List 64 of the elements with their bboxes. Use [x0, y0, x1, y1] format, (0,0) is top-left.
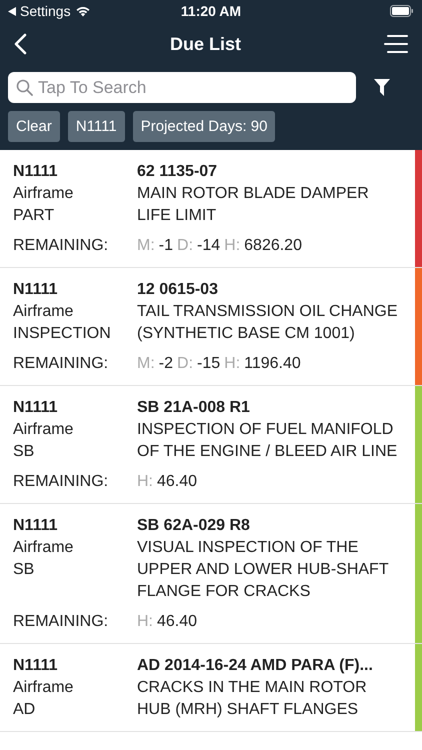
- item-code: 62 1135-07: [137, 162, 218, 182]
- tail-number: N1111: [13, 656, 58, 676]
- filter-chip[interactable]: N1111: [68, 111, 125, 142]
- item-code: SB 21A-008 R1: [137, 398, 251, 418]
- remaining-value: 46.40: [157, 472, 198, 492]
- wifi-icon: [74, 5, 91, 17]
- item-description: CRACKS IN THE MAIN ROTOR HUB (MRH) SHAFT FLANGES: [137, 678, 368, 720]
- remaining-value: -14: [197, 236, 220, 256]
- due-item-row[interactable]: N1111 Airframe INSPECTION 12 0615-03 TAIL TRANSMISSION OIL CHANGE (SYNTHETIC BASE CM 1001) REMAINING: M: -2 D: -15 H: 1196.40: [0, 268, 422, 386]
- item-group: Airframe: [13, 301, 137, 323]
- remaining-unit: D:: [177, 236, 194, 256]
- item-type: PART: [13, 206, 56, 226]
- due-item-row[interactable]: N1111 Airframe PART 62 1135-07 MAIN ROTOR BLADE DAMPER LIFE LIMIT REMAINING: M: -1 D: -14 H: 6826.20: [0, 150, 422, 268]
- remaining-value: -15: [197, 354, 220, 374]
- item-description: VISUAL INSPECTION OF THE UPPER AND LOWER HUB-SHAFT FLANGE FOR CRACKS: [137, 538, 390, 602]
- remaining-unit: H:: [224, 354, 240, 374]
- remaining-unit: M:: [137, 236, 155, 256]
- remaining-unit: M:: [137, 354, 155, 374]
- item-group: Airframe: [13, 419, 137, 441]
- tail-number: N1111: [13, 398, 58, 418]
- item-code: AD 2014-16-24 AMD PARA (F)...: [137, 656, 374, 676]
- item-type: AD: [13, 700, 36, 720]
- battery-icon: [390, 5, 414, 17]
- remaining-value: 1196.40: [244, 354, 301, 374]
- remaining-label: REMAINING:: [13, 472, 110, 492]
- due-item-row[interactable]: N1111 Airframe AD AD 2014-16-24 AMD PARA (F)... CRACKS IN THE MAIN ROTOR HUB (MRH) SHAFT FLANGES: [0, 644, 422, 732]
- menu-icon[interactable]: [384, 34, 408, 54]
- remaining-value: 6826.20: [244, 236, 302, 256]
- filter-chip[interactable]: Clear: [8, 111, 60, 142]
- remaining-unit: D:: [177, 354, 194, 374]
- tail-number: N1111: [13, 280, 58, 300]
- item-group: Airframe: [13, 183, 137, 205]
- back-chevron-icon[interactable]: [14, 33, 27, 55]
- item-type: SB: [13, 560, 36, 580]
- item-description: TAIL TRANSMISSION OIL CHANGE (SYNTHETIC BASE CM 1001): [137, 302, 398, 344]
- screen-title: Due List: [170, 34, 241, 54]
- search-icon: [16, 79, 33, 96]
- due-item-row[interactable]: N1111 Airframe SB SB 21A-008 R1 INSPECTION OF FUEL MANIFOLD OF THE ENGINE / BLEED AIR LINE REMAINING: H: 46.40: [0, 386, 422, 504]
- back-app-label[interactable]: Settings: [20, 3, 71, 19]
- back-triangle-icon: [8, 6, 16, 16]
- item-code: 12 0615-03: [137, 280, 219, 300]
- remaining-label: REMAINING:: [13, 354, 110, 374]
- tail-number: N1111: [13, 162, 58, 182]
- tail-number: N1111: [13, 516, 58, 536]
- remaining-value: -2: [158, 354, 174, 374]
- remaining-label: REMAINING:: [13, 612, 110, 632]
- item-type: INSPECTION: [13, 324, 112, 344]
- remaining-value: -1: [158, 236, 174, 256]
- remaining-value: 46.40: [157, 612, 198, 632]
- item-description: INSPECTION OF FUEL MANIFOLD OF THE ENGINE / BLEED AIR LINE: [137, 420, 398, 462]
- filter-chip[interactable]: Projected Days: 90: [132, 111, 276, 142]
- remaining-unit: H:: [224, 236, 240, 256]
- search-field[interactable]: Tap To Search: [8, 72, 356, 103]
- item-code: SB 62A-029 R8: [137, 516, 251, 536]
- item-group: Airframe: [13, 537, 137, 559]
- item-description: MAIN ROTOR BLADE DAMPER LIFE LIMIT: [137, 184, 370, 226]
- remaining-unit: H:: [137, 612, 153, 632]
- remaining-unit: H:: [137, 472, 153, 492]
- clock-time: 11:20 AM: [180, 3, 242, 19]
- filter-icon[interactable]: [374, 79, 390, 96]
- remaining-label: REMAINING:: [13, 236, 110, 256]
- item-group: Airframe: [13, 677, 137, 699]
- due-item-row[interactable]: N1111 Airframe SB SB 62A-029 R8 VISUAL INSPECTION OF THE UPPER AND LOWER HUB-SHAFT FLANGE FOR CRACKS REMAINING: H: 46.40: [0, 504, 422, 644]
- item-type: SB: [13, 442, 36, 462]
